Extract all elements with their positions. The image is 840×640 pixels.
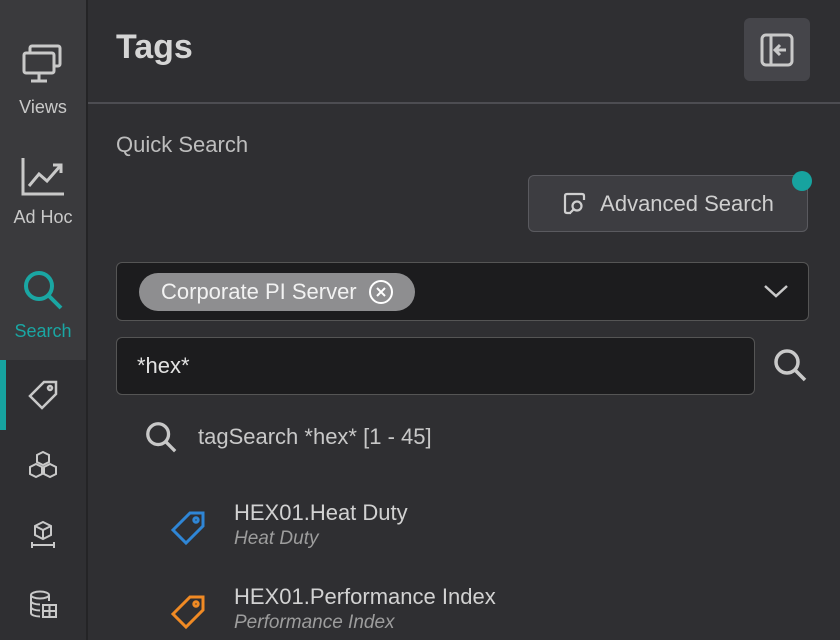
quick-search-label: Quick Search	[116, 132, 249, 157]
advanced-search-button[interactable]: Advanced Search	[528, 175, 808, 232]
nav-search-label: Search	[14, 321, 72, 341]
search-input[interactable]	[116, 337, 755, 395]
nav-search[interactable]: Search	[0, 268, 86, 342]
trend-chart-icon	[21, 158, 64, 196]
sub-nav-asset-templates[interactable]	[0, 500, 86, 570]
advanced-search-icon	[564, 192, 586, 214]
search-summary-text: tagSearch *hex* [1 - 45]	[198, 424, 432, 449]
sub-nav-databases[interactable]	[0, 570, 86, 640]
search-sub-nav	[0, 360, 86, 640]
chevron-down-icon[interactable]	[762, 281, 790, 301]
search-submit-icon[interactable]	[772, 347, 808, 383]
tag-icon	[28, 380, 58, 410]
tag-icon	[170, 511, 205, 546]
search-icon	[146, 422, 177, 453]
server-select[interactable]: Corporate PI Server	[116, 262, 809, 321]
nav-views[interactable]: Views	[0, 42, 86, 118]
sub-nav-tags[interactable]	[0, 360, 86, 430]
cubes-icon	[29, 450, 57, 479]
nav-adhoc[interactable]: Ad Hoc	[0, 156, 86, 228]
monitor-icon	[22, 44, 62, 83]
tag-icon	[170, 595, 205, 630]
tags-panel: Tags Quick Search Advanced Search Corpor…	[88, 0, 840, 640]
nav-views-label: Views	[19, 97, 67, 117]
search-icon	[24, 271, 63, 310]
tag-name: HEX01.Performance Index	[234, 584, 496, 609]
nav-adhoc-label: Ad Hoc	[13, 207, 73, 227]
tag-description: Performance Index	[234, 612, 395, 633]
advanced-search-label: Advanced Search	[600, 190, 774, 216]
tag-description: Heat Duty	[234, 528, 319, 549]
notification-dot	[792, 171, 812, 191]
cube-on-stand-icon	[31, 520, 55, 548]
left-nav-rail: Views Ad Hoc Search	[0, 0, 88, 640]
sub-nav-assets[interactable]	[0, 430, 86, 500]
collapse-panel-button[interactable]	[744, 18, 810, 81]
close-icon	[375, 287, 386, 297]
server-chip: Corporate PI Server	[139, 273, 415, 311]
remove-chip-button[interactable]	[368, 280, 393, 304]
search-result-summary: tagSearch *hex* [1 - 45]	[144, 420, 432, 454]
server-chip-label: Corporate PI Server	[161, 279, 357, 304]
tag-name: HEX01.Heat Duty	[234, 500, 408, 525]
page-title: Tags	[116, 28, 193, 66]
panel-header: Tags	[88, 0, 840, 104]
collapse-left-icon	[760, 33, 794, 66]
database-grid-icon	[30, 590, 57, 618]
